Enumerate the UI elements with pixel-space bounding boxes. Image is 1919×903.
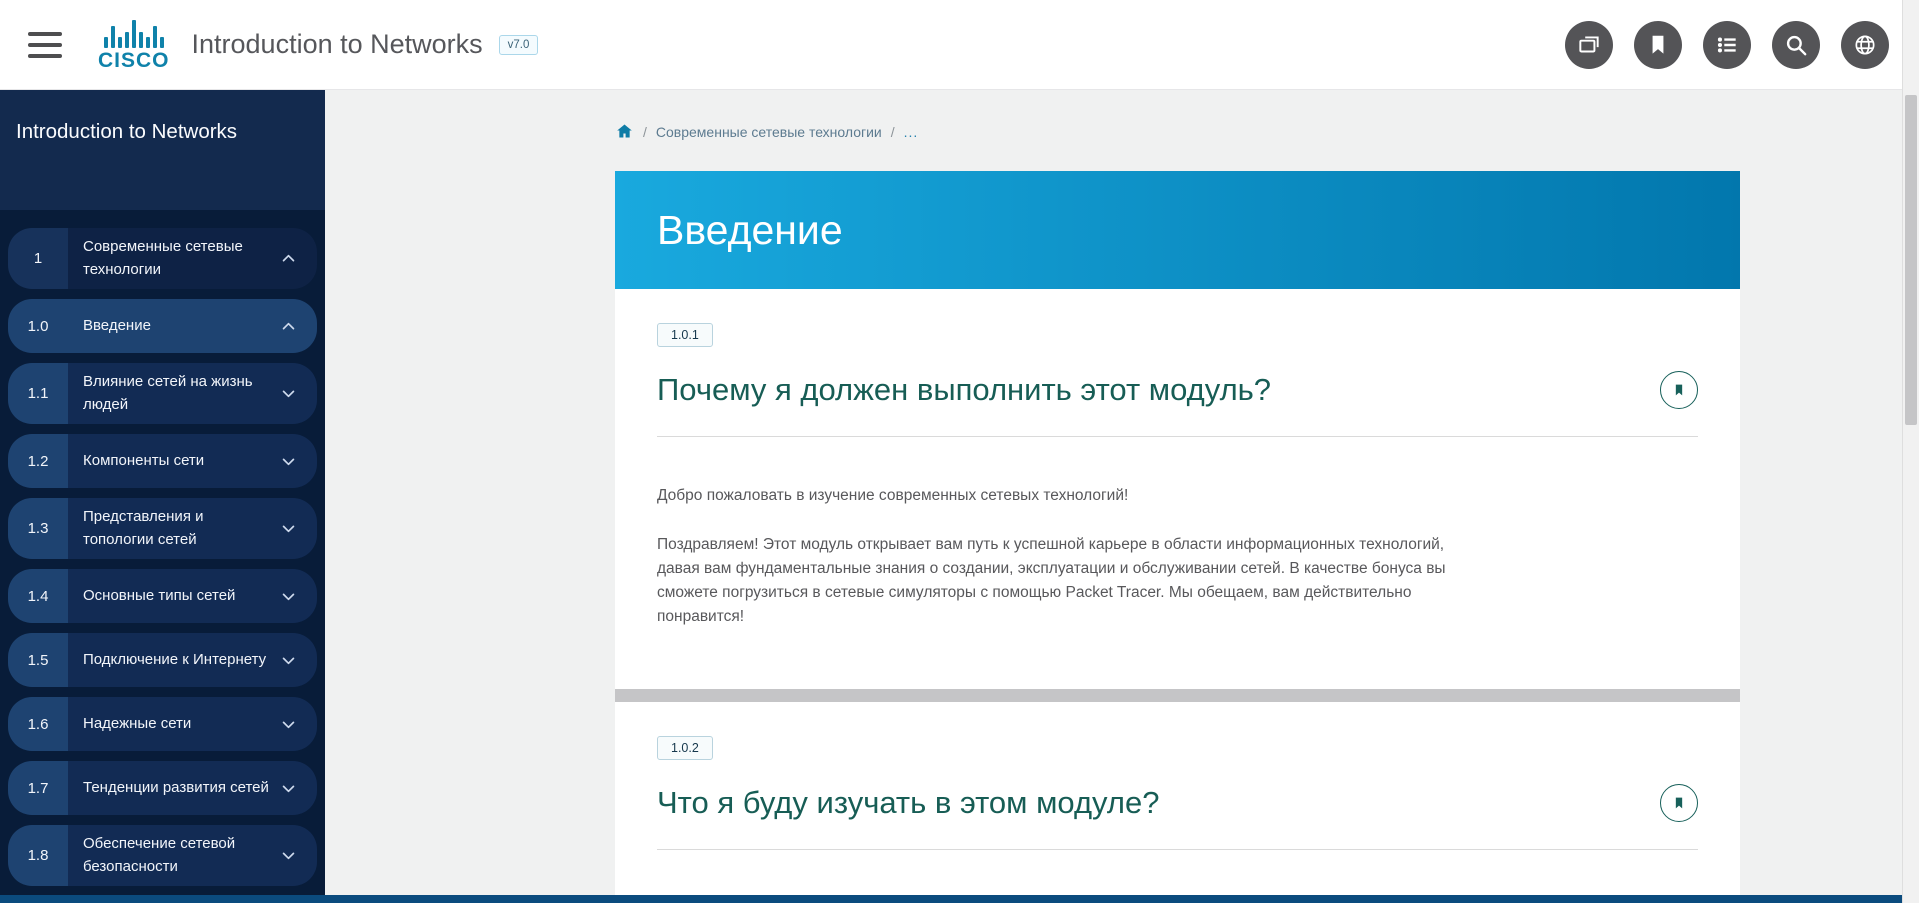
course-sidebar: Introduction to Networks 1 Современные с… (0, 90, 325, 903)
sidebar-course-title: Introduction to Networks (0, 90, 325, 210)
bookmark-icon[interactable] (1634, 21, 1682, 69)
section-paragraph: Поздравляем! Этот модуль открывает вам п… (657, 533, 1489, 629)
sidebar-item-1-6[interactable]: 1.6 Надежные сети (8, 697, 317, 751)
page-scrollbar[interactable] (1902, 0, 1919, 903)
version-badge: v7.0 (499, 35, 539, 55)
sidebar-item-1-0[interactable]: 1.0 Введение (8, 299, 317, 353)
bookmark-icon (1669, 380, 1689, 400)
section-divider (615, 689, 1740, 702)
sidebar-item-1-8[interactable]: 1.8 Обеспечение сетевой безопасности (8, 825, 317, 886)
cisco-logo-bars-icon (104, 18, 164, 48)
chevron-down-icon (280, 716, 297, 733)
home-icon[interactable] (615, 122, 634, 141)
sidebar-item-label: Влияние сетей на жизнь людей (83, 371, 272, 416)
chevron-down-icon (280, 780, 297, 797)
sidebar-item-1-4[interactable]: 1.4 Основные типы сетей (8, 569, 317, 623)
sidebar-item-label: Обеспечение сетевой безопасности (83, 833, 272, 878)
bookmark-section-button[interactable] (1660, 784, 1698, 822)
breadcrumb-ellipsis[interactable]: ... (904, 124, 919, 140)
heading-divider (657, 849, 1698, 850)
module-banner-title: Введение (657, 207, 843, 254)
cisco-logo: CISCO (98, 18, 170, 71)
sidebar-item-number: 1.8 (8, 825, 68, 886)
top-header: CISCO Introduction to Networks v7.0 (0, 0, 1919, 90)
chevron-up-icon (280, 250, 297, 267)
sidebar-nav: 1 Современные сетевые технологии 1.0 Вве… (0, 228, 325, 886)
sidebar-item-number: 1 (8, 228, 68, 289)
chevron-down-icon (280, 385, 297, 402)
sidebar-item-label: Тенденции развития сетей (83, 777, 272, 800)
breadcrumb: / Современные сетевые технологии / ... (615, 122, 1740, 141)
sidebar-item-number: 1.7 (8, 761, 68, 815)
sidebar-item-1-1[interactable]: 1.1 Влияние сетей на жизнь людей (8, 363, 317, 424)
chevron-up-icon (280, 318, 297, 335)
sidebar-item-label: Основные типы сетей (83, 585, 272, 608)
sidebar-item-label: Современные сетевые технологии (83, 236, 272, 281)
sidebar-item-label: Компоненты сети (83, 450, 272, 473)
module-banner: Введение (615, 171, 1740, 289)
globe-icon[interactable] (1841, 21, 1889, 69)
sidebar-item-number: 1.5 (8, 633, 68, 687)
chevron-down-icon (280, 847, 297, 864)
search-icon[interactable] (1772, 21, 1820, 69)
sidebar-item-number: 1.3 (8, 498, 68, 559)
chevron-down-icon (280, 588, 297, 605)
section-number-badge: 1.0.1 (657, 323, 713, 347)
sidebar-item-label: Представления и топологии сетей (83, 506, 272, 551)
sidebar-item-label: Подключение к Интернету (83, 649, 272, 672)
breadcrumb-item[interactable]: Современные сетевые технологии (656, 124, 882, 140)
sidebar-item-1-2[interactable]: 1.2 Компоненты сети (8, 434, 317, 488)
contents-list-icon[interactable] (1703, 21, 1751, 69)
sidebar-item-1-7[interactable]: 1.7 Тенденции развития сетей (8, 761, 317, 815)
window-switcher-icon[interactable] (1565, 21, 1613, 69)
sidebar-item-1-3[interactable]: 1.3 Представления и топологии сетей (8, 498, 317, 559)
breadcrumb-separator: / (643, 124, 647, 140)
sidebar-item-label: Введение (83, 315, 272, 338)
section-paragraph: Добро пожаловать в изучение современных … (657, 484, 1489, 508)
sidebar-item-number: 1.1 (8, 363, 68, 424)
sidebar-item-number: 1.0 (8, 299, 68, 353)
menu-icon[interactable] (28, 32, 62, 58)
course-title: Introduction to Networks (192, 29, 483, 60)
chevron-down-icon (280, 453, 297, 470)
header-actions (1565, 21, 1889, 69)
sidebar-item-label: Надежные сети (83, 713, 272, 736)
section-1-0-1: 1.0.1 Почему я должен выполнить этот мод… (615, 289, 1740, 689)
sidebar-item-number: 1.6 (8, 697, 68, 751)
chevron-down-icon (280, 520, 297, 537)
sidebar-item-number: 1.2 (8, 434, 68, 488)
bookmark-icon (1669, 793, 1689, 813)
cisco-logo-text: CISCO (98, 50, 170, 71)
section-heading: Что я буду изучать в этом модуле? (657, 785, 1159, 821)
bookmark-section-button[interactable] (1660, 371, 1698, 409)
scrollbar-thumb[interactable] (1905, 95, 1917, 425)
breadcrumb-separator: / (891, 124, 895, 140)
sidebar-item-chapter-1[interactable]: 1 Современные сетевые технологии (8, 228, 317, 289)
section-heading: Почему я должен выполнить этот модуль? (657, 372, 1271, 408)
chevron-down-icon (280, 652, 297, 669)
section-number-badge: 1.0.2 (657, 736, 713, 760)
heading-divider (657, 436, 1698, 437)
main-content: / Современные сетевые технологии / ... В… (325, 90, 1919, 903)
section-1-0-2: 1.0.2 Что я буду изучать в этом модуле? … (615, 702, 1740, 903)
bottom-bar (0, 895, 1902, 903)
sidebar-item-1-5[interactable]: 1.5 Подключение к Интернету (8, 633, 317, 687)
sidebar-item-number: 1.4 (8, 569, 68, 623)
